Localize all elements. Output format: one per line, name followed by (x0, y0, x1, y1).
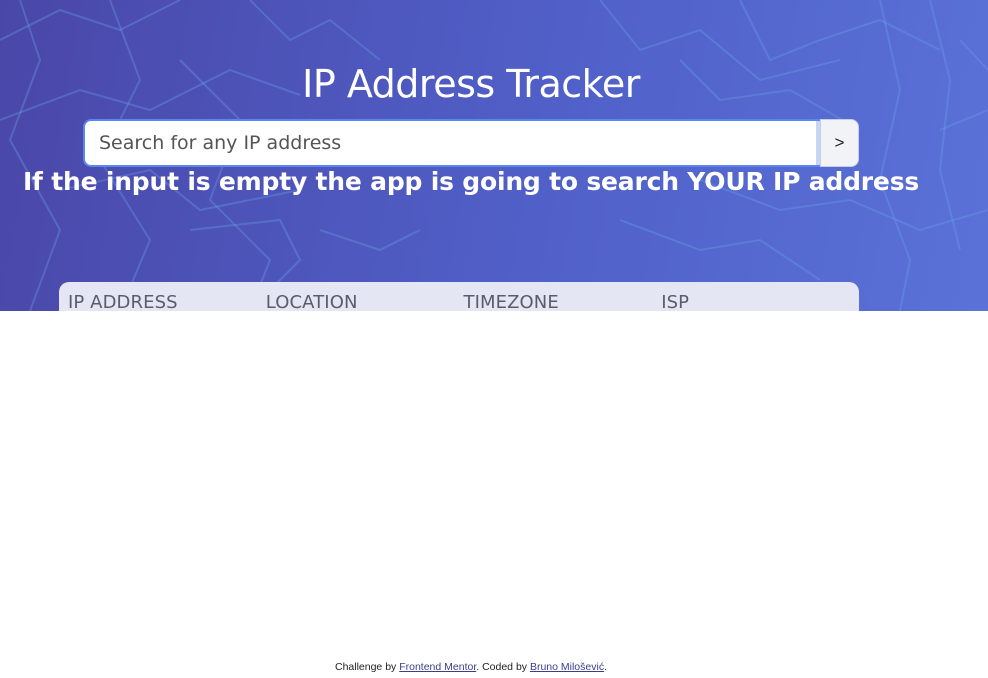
search-form: > (83, 119, 859, 167)
footer-suffix: . (604, 661, 607, 673)
frontend-mentor-link[interactable]: Frontend Mentor (399, 661, 476, 673)
page-title: IP Address Tracker (302, 62, 640, 106)
empty-input-hint: If the input is empty the app is going t… (22, 167, 920, 196)
search-submit-button[interactable]: > (820, 119, 859, 167)
hero-banner: IP Address Tracker > If the input is emp… (0, 0, 988, 311)
info-label-ip-address: IP ADDRESS (68, 292, 178, 311)
info-label-location: LOCATION (265, 292, 358, 311)
info-label-timezone: TIMEZONE (463, 292, 559, 311)
ip-search-input[interactable] (83, 119, 816, 167)
attribution-footer: Challenge by Frontend Mentor. Coded by B… (0, 661, 942, 673)
page: IP Address Tracker > If the input is emp… (0, 0, 988, 678)
ip-info-card: IP ADDRESS LOCATION TIMEZONE ISP (59, 282, 859, 311)
footer-coded-prefix: . Coded by (476, 661, 530, 673)
info-label-isp: ISP (661, 292, 690, 311)
footer-challenge-prefix: Challenge by (334, 661, 400, 673)
author-link[interactable]: Bruno Milošević (530, 661, 604, 673)
